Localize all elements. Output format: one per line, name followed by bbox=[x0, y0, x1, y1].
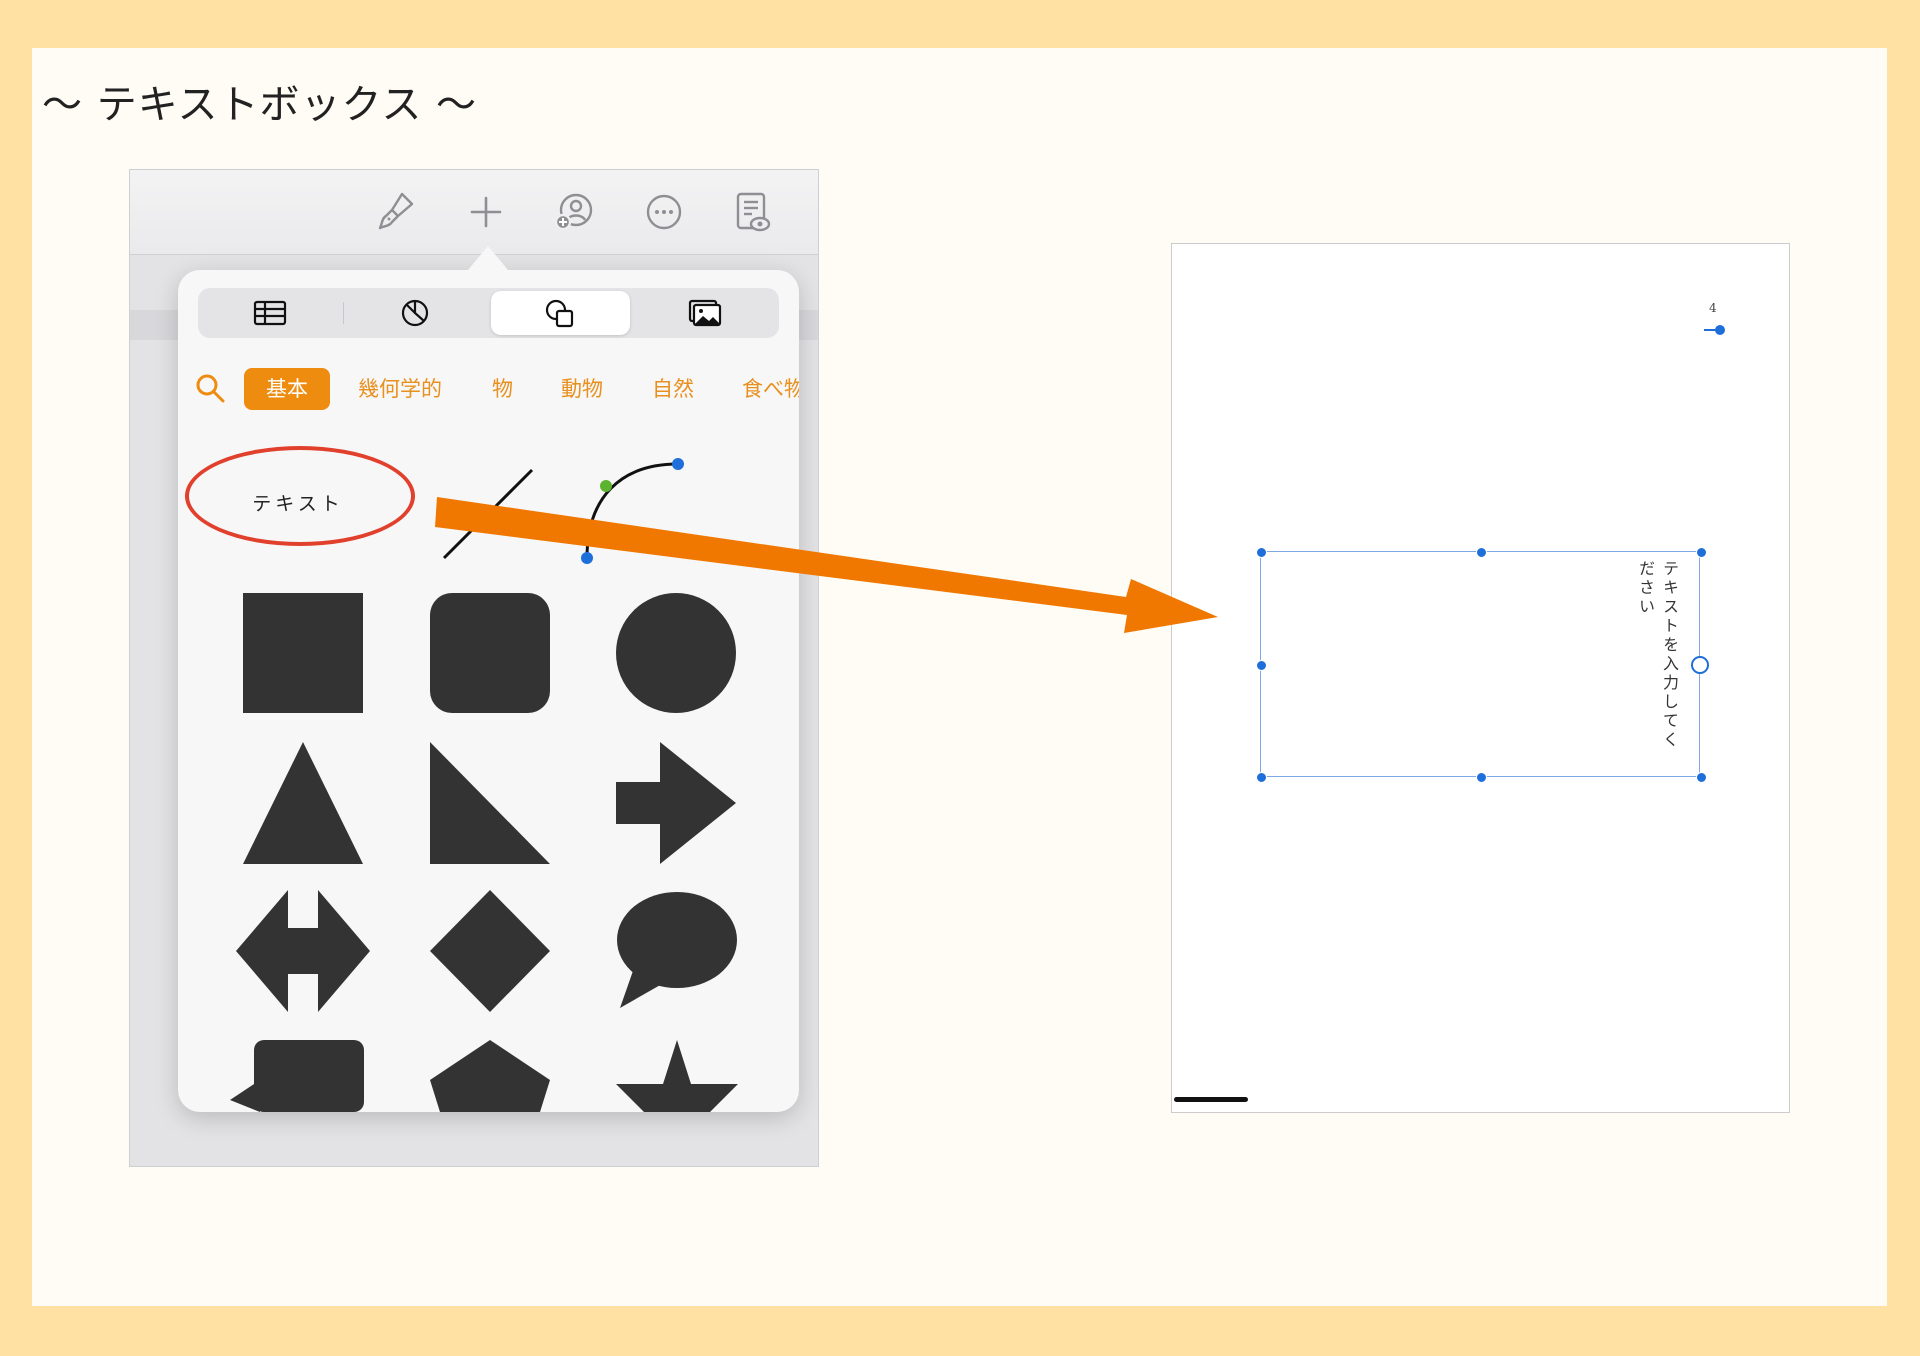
more-icon[interactable] bbox=[640, 188, 688, 236]
shape-star[interactable] bbox=[616, 1040, 738, 1112]
resize-handle-bottom[interactable] bbox=[1476, 772, 1487, 783]
shape-curve[interactable] bbox=[570, 438, 700, 568]
vertical-text-box[interactable]: テキストを入力してください bbox=[1256, 547, 1709, 783]
resize-handle-top-right[interactable] bbox=[1696, 547, 1707, 558]
resize-handle-left[interactable] bbox=[1256, 660, 1267, 671]
tab-table[interactable] bbox=[201, 291, 340, 335]
cursor-handle-icon[interactable] bbox=[1704, 324, 1728, 336]
category-basic[interactable]: 基本 bbox=[244, 368, 330, 410]
page-title: ～ テキストボックス ～ bbox=[42, 82, 478, 128]
page-number: 4 bbox=[1709, 301, 1717, 315]
chart-icon bbox=[401, 299, 429, 327]
shape-line[interactable] bbox=[428, 446, 538, 564]
resize-handle-bottom-left[interactable] bbox=[1256, 772, 1267, 783]
insert-type-segmented-control bbox=[198, 288, 779, 338]
shape-callout-square[interactable] bbox=[230, 1040, 364, 1112]
table-icon bbox=[253, 300, 287, 326]
resize-handle-top[interactable] bbox=[1476, 547, 1487, 558]
resize-handle-top-left[interactable] bbox=[1256, 547, 1267, 558]
collaborate-icon[interactable] bbox=[550, 188, 598, 236]
tab-media[interactable] bbox=[636, 291, 775, 335]
resize-handle-right[interactable] bbox=[1691, 656, 1709, 674]
shape-square[interactable] bbox=[243, 593, 363, 713]
text-box-content[interactable]: テキストを入力してください bbox=[1633, 560, 1681, 765]
category-objects[interactable]: 物 bbox=[492, 368, 513, 410]
paintbrush-icon[interactable] bbox=[372, 188, 420, 236]
popover-pointer bbox=[468, 246, 508, 270]
shape-right-triangle[interactable] bbox=[430, 742, 550, 864]
segment-divider bbox=[343, 302, 344, 324]
category-animals[interactable]: 動物 bbox=[561, 368, 603, 410]
tab-chart[interactable] bbox=[346, 291, 485, 335]
document-preview-icon[interactable] bbox=[728, 188, 776, 236]
app-screenshot: 基本 幾何学的 物 動物 自然 食べ物 テキスト bbox=[129, 169, 819, 1167]
document-page: 4 テキストを入力してください bbox=[1171, 243, 1790, 1113]
shape-speech-bubble[interactable] bbox=[616, 890, 738, 1012]
shape-category-bar: 基本 幾何学的 物 動物 自然 食べ物 bbox=[178, 362, 799, 412]
shape-diamond[interactable] bbox=[430, 890, 550, 1012]
toolbar bbox=[130, 170, 818, 255]
insert-popover: 基本 幾何学的 物 動物 自然 食べ物 テキスト bbox=[178, 270, 799, 1112]
resize-handle-bottom-right[interactable] bbox=[1696, 772, 1707, 783]
category-nature[interactable]: 自然 bbox=[652, 368, 694, 410]
shape-triangle[interactable] bbox=[243, 742, 363, 864]
tab-shapes[interactable] bbox=[491, 291, 630, 335]
category-geometric[interactable]: 幾何学的 bbox=[358, 368, 442, 410]
shape-rounded-square[interactable] bbox=[430, 593, 550, 713]
media-icon bbox=[688, 299, 722, 327]
home-indicator bbox=[1174, 1097, 1248, 1102]
search-icon[interactable] bbox=[194, 372, 226, 404]
plus-icon[interactable] bbox=[462, 188, 510, 236]
shape-circle[interactable] bbox=[616, 593, 736, 713]
category-food[interactable]: 食べ物 bbox=[742, 368, 799, 410]
text-shape[interactable]: テキスト bbox=[238, 484, 358, 524]
shape-arrow[interactable] bbox=[616, 742, 736, 864]
shapes-icon bbox=[545, 299, 574, 328]
shape-pentagon[interactable] bbox=[430, 1040, 550, 1112]
shape-double-arrow[interactable] bbox=[236, 890, 370, 1012]
